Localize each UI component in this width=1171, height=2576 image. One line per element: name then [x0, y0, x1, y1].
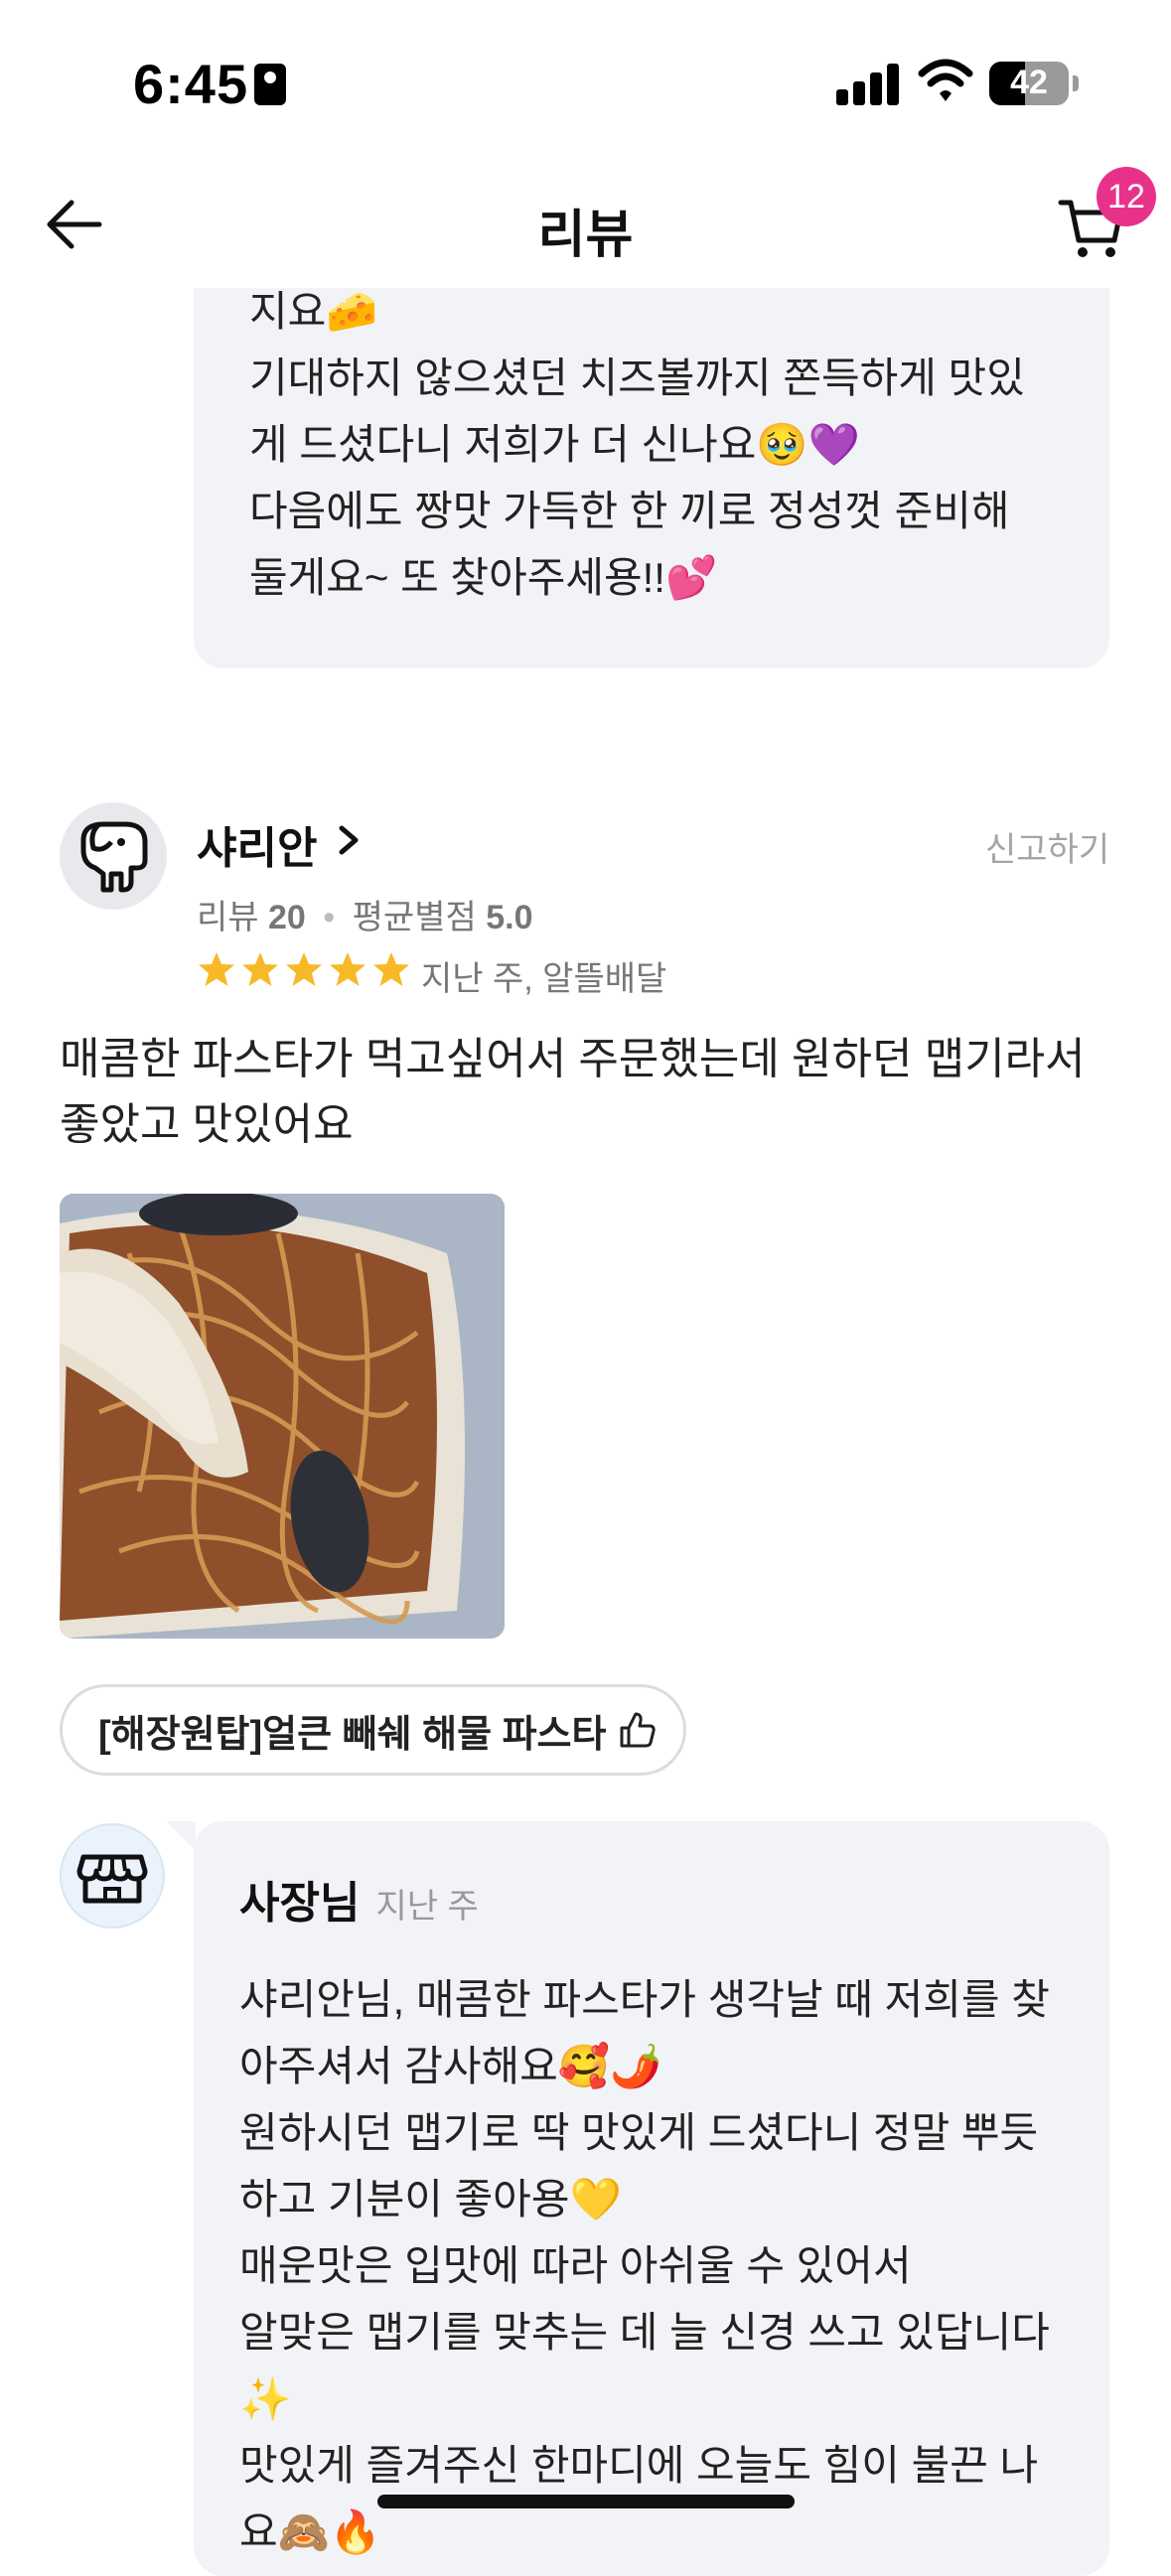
reviewer-avatar[interactable]: [60, 802, 167, 910]
battery-level: 42: [1010, 64, 1048, 101]
elephant-icon: [80, 821, 148, 893]
menu-item-chip[interactable]: [해장원탑]얼큰 빼쉐 해물 파스타: [60, 1684, 687, 1776]
wifi-icon: [918, 59, 973, 101]
owner-name: 사장님: [239, 1879, 361, 1928]
star-icon: [330, 952, 366, 986]
owner-reply-bubble: 지요🧀 기대하지 않으셨던 치즈볼까지 쫀득하게 맛있게 드셨다니 저희가 더 …: [194, 288, 1109, 668]
pasta-photo-image: [60, 1194, 505, 1639]
star-rating: [197, 949, 411, 989]
status-time: 6:45: [133, 53, 249, 115]
store-icon: [76, 1854, 148, 1904]
owner-reply-text: 지요🧀 기대하지 않으셨던 치즈볼까지 쫀득하게 맛있게 드셨다니 저희가 더 …: [249, 288, 1025, 601]
review-count-label: 리뷰: [197, 899, 259, 936]
reviewer-meta: 리뷰 20 • 평균별점 5.0: [197, 890, 533, 938]
review-date-method: 지난 주, 알뜰배달: [421, 960, 667, 998]
star-icon: [199, 952, 234, 986]
cellular-signal-icon: [836, 62, 900, 105]
review-count: 20: [268, 899, 306, 936]
owner-reply-text: 샤리안님, 매콤한 파스타가 생각날 때 저희를 찾아주셔서 감사해요🥰🌶️ 원…: [239, 1976, 1050, 2555]
meta-separator: •: [323, 899, 336, 936]
status-bar: 6:45 42: [0, 0, 1171, 159]
chevron-right-icon[interactable]: [332, 820, 366, 860]
report-link[interactable]: 신고하기: [985, 822, 1109, 871]
owner-reply-date: 지난 주: [375, 1888, 479, 1926]
contact-card-icon: [254, 64, 286, 105]
reviewer-name[interactable]: 샤리안: [197, 812, 317, 876]
cart-count-badge: 12: [1097, 167, 1156, 226]
page-title: 리뷰: [537, 207, 634, 264]
review-photo[interactable]: [60, 1194, 505, 1639]
battery-icon: 42: [989, 62, 1069, 105]
owner-reply-bubble: 사장님 지난 주 샤리안님, 매콤한 파스타가 생각날 때 저희를 찾아주셔서 …: [166, 1821, 1109, 2576]
store-avatar: [60, 1823, 165, 1929]
star-icon: [373, 952, 409, 986]
thumbs-up-icon: [620, 1712, 657, 1748]
menu-item-name: [해장원탑]얼큰 빼쉐 해물 파스타: [98, 1713, 607, 1756]
home-indicator: [377, 2495, 795, 2508]
avg-rating: 5.0: [486, 899, 533, 936]
star-icon: [286, 952, 322, 986]
owner-reply-header: 사장님 지난 주: [239, 1867, 1054, 1931]
review-text: 매콤한 파스타가 먹고싶어서 주문했는데 원하던 맵기라서 좋았고 맛있어요: [60, 1035, 1086, 1149]
avg-rating-label: 평균별점: [352, 899, 477, 936]
battery-tip: [1073, 75, 1079, 91]
star-icon: [242, 952, 278, 986]
nav-bar: 리뷰: [0, 159, 1171, 288]
